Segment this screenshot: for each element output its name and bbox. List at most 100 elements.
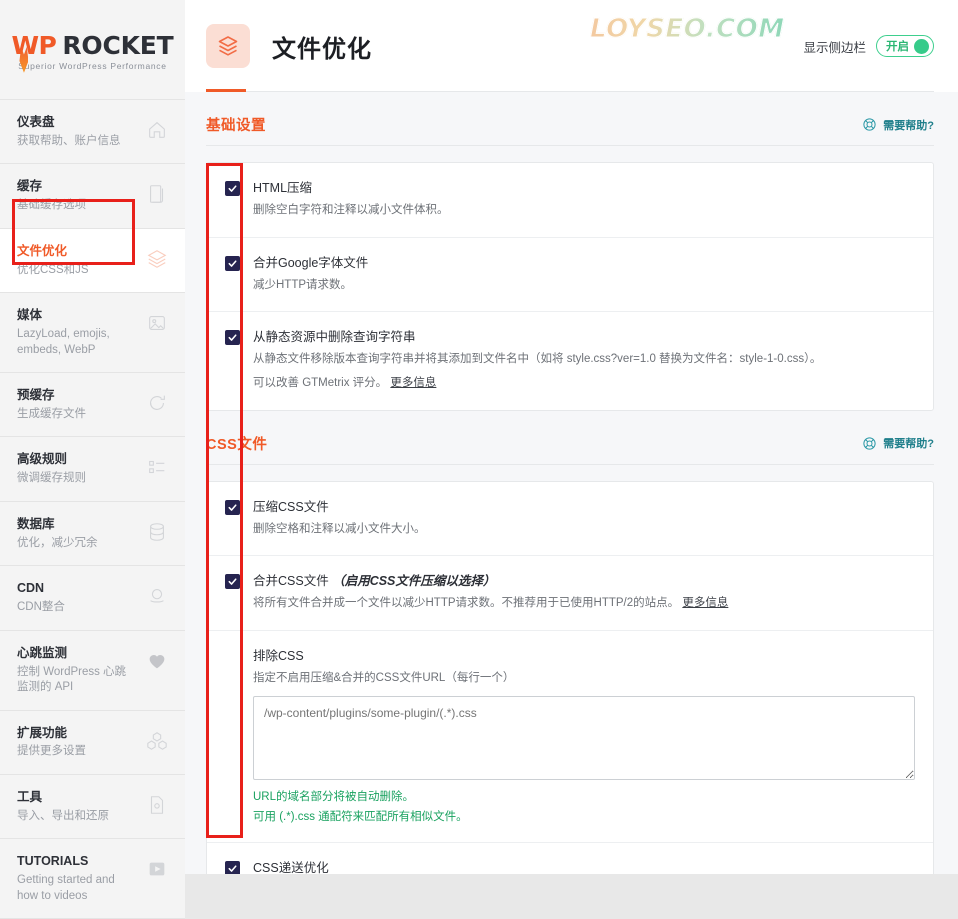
section-divider — [206, 463, 934, 465]
sidebar-item-title: 工具 — [17, 789, 43, 804]
logo-rocket-text: ROCKET — [62, 30, 174, 60]
sidebar-item-cache[interactable]: 缓存 基础缓存选项 — [0, 164, 185, 229]
sidebar-item-database[interactable]: 数据库 优化，减少冗余 — [0, 501, 185, 567]
show-sidebar-toggle[interactable]: 开启 — [876, 35, 934, 57]
sidebar-item-addons[interactable]: 扩展功能 提供更多设置 — [0, 710, 185, 775]
database-icon — [145, 520, 169, 544]
sidebar-item-dashboard[interactable]: 仪表盘 获取帮助、账户信息 — [0, 100, 185, 165]
setting-desc: 减少HTTP请求数。 — [253, 278, 353, 291]
sidebar-item-advanced-rules[interactable]: 高级规则 微调缓存规则 — [0, 437, 185, 502]
setting-desc: 将所有文件合并成一个文件以减少HTTP请求数。不推荐用于已使用HTTP/2的站点… — [253, 594, 915, 614]
sidebar-item-tutorials[interactable]: TUTORIALS Getting started and how to vid… — [0, 839, 185, 919]
sidebar-item-title: 数据库 — [17, 516, 55, 531]
sidebar-item-title: 仪表盘 — [17, 115, 55, 129]
sidebar-item-title: TUTORIALS — [17, 854, 89, 869]
logo-tagline: Superior WordPress Performance — [18, 60, 167, 71]
setting-label: 压缩CSS文件 — [253, 499, 329, 514]
setting-desc-text: 将所有文件合并成一个文件以减少HTTP请求数。不推荐用于已使用HTTP/2的站点… — [253, 597, 680, 610]
sidebar-item-desc: Getting started and how to videos — [17, 874, 115, 902]
exclude-css-textarea[interactable] — [253, 695, 915, 780]
sidebar-item-desc: 获取帮助、账户信息 — [17, 134, 121, 147]
wp-rocket-settings-screen: WP ROCKET Superior WordPress Performance… — [0, 0, 958, 919]
sidebar-item-title: 媒体 — [17, 308, 43, 323]
sidebar-item-heartbeat[interactable]: 心跳监测 控制 WordPress 心跳监测的 API — [0, 630, 185, 711]
toggle-knob — [914, 38, 929, 54]
section-divider — [206, 145, 934, 146]
settings-scroll-area: 基础设置 需要帮助? HTML压缩 删除空白字符和注释以减小文件体积。 合并Go… — [185, 92, 958, 874]
sidebar-item-desc: 生成缓存文件 — [17, 407, 86, 420]
setting-row-exclude-css: 排除CSS 指定不启用压缩&合并的CSS文件URL（每行一个） URL的域名部分… — [207, 631, 933, 844]
sidebar-item-title: 心跳监测 — [17, 645, 68, 660]
more-info-link[interactable]: 更多信息 — [390, 377, 436, 389]
cloud-cdn-icon — [145, 584, 169, 608]
sidebar-item-desc: 导入、导出和还原 — [17, 809, 109, 822]
need-help-link-css[interactable]: 需要帮助? — [862, 435, 934, 451]
layers-icon — [145, 247, 169, 271]
sidebar-toggle-label: 显示侧边栏 — [803, 40, 866, 55]
sidebar-item-desc: LazyLoad, emojis, embeds, WebP — [17, 328, 110, 356]
checkbox-minify-html[interactable] — [225, 181, 240, 196]
checkbox-optimize-css-delivery[interactable] — [225, 861, 240, 874]
sidebar-item-title: 扩展功能 — [17, 725, 68, 740]
list-rules-icon — [145, 455, 169, 479]
sidebar-item-file-optimization[interactable]: 文件优化 优化CSS和JS — [0, 228, 185, 294]
section-title: 基础设置 — [206, 118, 266, 134]
setting-label: 合并CSS文件 — [253, 574, 329, 589]
addons-cubes-icon — [145, 729, 169, 753]
exclude-css-hint-1: URL的域名部分将被自动删除。 — [253, 790, 415, 803]
page-header: 文件优化 显示侧边栏 开启 — [185, 0, 958, 92]
sidebar-item-desc: CDN整合 — [17, 601, 65, 614]
image-icon — [145, 311, 169, 335]
setting-label: HTML压缩 — [253, 181, 313, 195]
tools-file-icon — [145, 793, 169, 817]
sidebar-item-tools[interactable]: 工具 导入、导出和还原 — [0, 774, 185, 840]
checkbox-combine-google-fonts[interactable] — [225, 255, 240, 271]
sidebar-item-media[interactable]: 媒体 LazyLoad, emojis, embeds, WebP — [0, 293, 185, 374]
setting-row-remove-query-strings: 从静态资源中删除查询字符串 从静态文件移除版本查询字符串并将其添加到文件名中（如… — [207, 312, 933, 409]
page-title: 文件优化 — [272, 35, 372, 63]
sidebar-item-desc: 提供更多设置 — [17, 745, 86, 758]
sidebar-item-title: 预缓存 — [17, 388, 55, 403]
section-header-basic: 基础设置 需要帮助? — [206, 92, 934, 145]
sidebar-item-preload[interactable]: 预缓存 生成缓存文件 — [0, 373, 185, 438]
toggle-state-text: 开启 — [886, 41, 909, 53]
heartbeat-icon — [145, 649, 169, 673]
setting-row-minify-css: 压缩CSS文件 删除空格和注释以减小文件大小。 — [207, 482, 933, 557]
setting-row-minify-html: HTML压缩 删除空白字符和注释以减小文件体积。 — [207, 163, 933, 238]
sidebar: WP ROCKET Superior WordPress Performance… — [0, 0, 185, 919]
css-files-card: 压缩CSS文件 删除空格和注释以减小文件大小。 合并CSS文件 （启用CSS文件… — [206, 480, 934, 874]
setting-label-note: （启用CSS文件压缩以选择） — [332, 574, 496, 589]
basic-settings-card: HTML压缩 删除空白字符和注释以减小文件体积。 合并Google字体文件 减少… — [206, 162, 934, 411]
checkbox-remove-query-strings[interactable] — [225, 330, 240, 346]
more-info-link[interactable]: 更多信息 — [682, 597, 728, 609]
setting-desc-secondary: 可以改善 GTMetrix 评分。 更多信息 — [253, 374, 915, 394]
setting-label: 合并Google字体文件 — [253, 255, 369, 270]
lifebuoy-icon — [862, 117, 877, 132]
document-icon — [145, 182, 169, 206]
home-icon — [145, 118, 169, 142]
sidebar-toggle-group: 显示侧边栏 开启 — [803, 35, 934, 57]
sidebar-item-title: 文件优化 — [17, 243, 68, 258]
sidebar-item-cdn[interactable]: CDN CDN整合 — [0, 566, 185, 631]
refresh-icon — [145, 391, 169, 415]
need-help-text: 需要帮助? — [883, 438, 934, 451]
main-content: 文件优化 显示侧边栏 开启 LOYSEO.COM 基础设置 — [185, 0, 958, 874]
header-divider — [206, 91, 934, 92]
sidebar-item-title: 缓存 — [17, 179, 43, 194]
checkbox-minify-css[interactable] — [225, 499, 240, 515]
setting-desc: 删除空白字符和注释以减小文件体积。 — [253, 204, 449, 217]
setting-label: 从静态资源中删除查询字符串 — [253, 330, 416, 345]
section-title: CSS文件 — [206, 436, 268, 453]
exclude-css-label: 排除CSS — [253, 648, 304, 663]
sidebar-item-desc: 微调缓存规则 — [17, 472, 86, 485]
exclude-css-sublabel: 指定不启用压缩&合并的CSS文件URL（每行一个） — [253, 671, 515, 684]
checkbox-combine-css[interactable] — [225, 574, 240, 590]
setting-desc-secondary-text: 可以改善 GTMetrix 评分。 — [253, 377, 388, 390]
sidebar-item-desc: 控制 WordPress 心跳监测的 API — [17, 665, 127, 694]
sidebar-item-desc: 基础缓存选项 — [17, 199, 86, 212]
need-help-link-basic[interactable]: 需要帮助? — [862, 117, 934, 133]
sidebar-item-desc: 优化CSS和JS — [17, 263, 89, 276]
layers-icon — [206, 24, 250, 68]
setting-row-combine-css: 合并CSS文件 （启用CSS文件压缩以选择） 将所有文件合并成一个文件以减少HT… — [207, 556, 933, 631]
need-help-text: 需要帮助? — [883, 119, 934, 132]
